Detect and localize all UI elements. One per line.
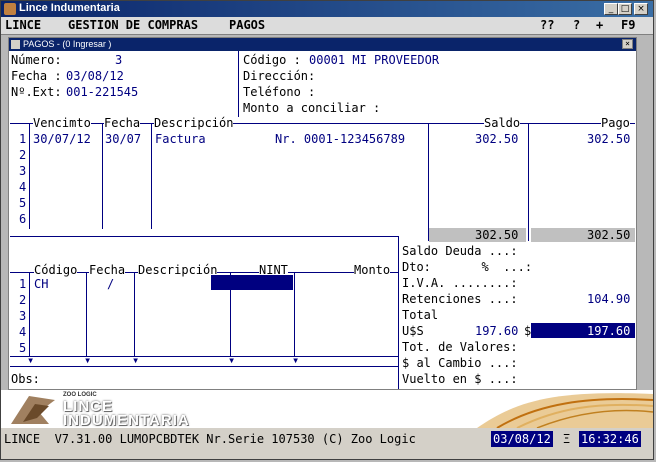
tot-valores-label: Tot. de Valores: xyxy=(402,340,518,354)
row-number: 4 xyxy=(19,180,27,194)
menu-bar: LINCE GESTION DE COMPRAS PAGOS ?? ? + F9 xyxy=(1,17,653,35)
fecha-field[interactable]: 03/08/12 xyxy=(66,68,124,84)
subwindow-icon xyxy=(11,40,20,49)
decorative-swirl-icon xyxy=(477,393,653,428)
codigo-label: Código : xyxy=(243,53,301,67)
pagos-title-bar: PAGOS - (0 Ingresar ) × xyxy=(9,38,636,51)
header-divider xyxy=(238,51,239,117)
minimize-button[interactable]: _ xyxy=(604,3,618,15)
pagos-title: PAGOS - (0 Ingresar ) xyxy=(23,39,112,49)
total-label: Total xyxy=(402,308,439,322)
grid1-col-line xyxy=(102,123,103,229)
status-time: 16:32:46 xyxy=(579,431,641,447)
col-vencimto: Vencimto xyxy=(33,115,91,131)
uss-value: 197.60 xyxy=(475,324,519,338)
grid2-bottom-line xyxy=(10,356,399,357)
grid2-col-line xyxy=(86,272,87,357)
grid1-cell-vencimto[interactable]: 30/07/12 xyxy=(33,131,91,147)
status-text: LINCE V7.31.00 LUMOPCBDTEK Nr.Serie 1075… xyxy=(4,432,416,446)
col-descripcion: Descripción xyxy=(154,115,234,131)
total-pago: 302.50 xyxy=(587,228,631,242)
row-number: 2 xyxy=(19,293,27,307)
dto-label: Dto: % ...: xyxy=(402,260,533,274)
close-button[interactable]: × xyxy=(634,3,648,15)
title-bar: Lince Indumentaria _ □ × xyxy=(1,1,653,17)
lince-logo-icon xyxy=(11,396,55,424)
row-number: 3 xyxy=(19,309,27,323)
next-field[interactable]: 001-221545 xyxy=(66,84,138,100)
codigo-field[interactable]: 00001 MI PROVEEDOR xyxy=(309,52,439,68)
numero-field[interactable]: 3 xyxy=(115,52,122,68)
grid1-col-line xyxy=(428,123,429,241)
uss-label: U$S xyxy=(402,324,424,338)
grid1-cell-pago[interactable]: 302.50 xyxy=(587,131,630,147)
fecha-label: Fecha : xyxy=(11,69,62,83)
grid1-col-line xyxy=(29,123,30,229)
row-number: 5 xyxy=(19,341,27,355)
brand-banner: ZOO LOGIC LINCE INDUMENTARIA xyxy=(1,390,653,429)
total-saldo: 302.50 xyxy=(475,228,519,242)
col2-monto: Monto xyxy=(354,262,391,278)
row-number: 1 xyxy=(19,132,27,146)
pagos-close-button[interactable]: × xyxy=(622,39,633,49)
obs-field[interactable] xyxy=(44,370,394,386)
grid1-cell-saldo[interactable]: 302.50 xyxy=(475,131,518,147)
col2-descripcion: Descripción xyxy=(138,262,218,278)
telefono-label: Teléfono : xyxy=(243,85,316,99)
saldo-deuda-label: Saldo Deuda ...: xyxy=(402,244,518,258)
obs-label: Obs: xyxy=(11,372,40,386)
grid2-col-line xyxy=(294,272,295,357)
menu-help[interactable]: ? xyxy=(573,17,580,34)
monto-conciliar-label: Monto a conciliar : xyxy=(243,101,381,115)
row-number: 3 xyxy=(19,164,27,178)
retenciones-label: Retenciones ...: xyxy=(402,292,518,306)
menu-f9[interactable]: F9 xyxy=(621,17,635,34)
row-number: 6 xyxy=(19,212,27,226)
iva-label: I.V.A. ........: xyxy=(402,276,518,290)
col-saldo: Saldo xyxy=(484,115,521,131)
grid1-col-line xyxy=(528,123,529,241)
row-number: 2 xyxy=(19,148,27,162)
menu-lince[interactable]: LINCE xyxy=(5,17,41,34)
grid1-cell-nro[interactable]: Nr. 0001-123456789 xyxy=(275,131,405,147)
menu-plus[interactable]: + xyxy=(596,17,603,34)
vuelto-label: Vuelto en $ ...: xyxy=(402,372,518,386)
row-number: 4 xyxy=(19,325,27,339)
nint-input-active[interactable] xyxy=(211,275,293,290)
col-fecha: Fecha xyxy=(104,115,141,131)
status-separator: Ξ xyxy=(563,432,571,446)
menu-gestion-compras[interactable]: GESTION DE COMPRAS xyxy=(68,17,198,34)
logo-line2: INDUMENTARIA xyxy=(63,412,190,429)
col-pago: Pago xyxy=(601,115,630,131)
row-number: 1 xyxy=(19,277,27,291)
total-pesos-value: 197.60 xyxy=(587,324,631,338)
numero-label: Número: xyxy=(11,53,62,67)
status-date: 03/08/12 xyxy=(491,431,553,447)
al-cambio-label: $ al Cambio ...: xyxy=(402,356,518,370)
grid1-cell-fecha[interactable]: 30/07 xyxy=(105,131,141,147)
grid2-cell-fecha[interactable]: / xyxy=(107,276,114,292)
grid2-col-line xyxy=(29,272,30,357)
menu-pagos[interactable]: PAGOS xyxy=(229,17,265,34)
direccion-label: Dirección: xyxy=(243,69,316,83)
grid1-cell-descripcion[interactable]: Factura xyxy=(155,131,206,147)
row-number: 5 xyxy=(19,196,27,210)
grid1-col-line xyxy=(151,123,152,229)
retenciones-value[interactable]: 104.90 xyxy=(587,291,630,307)
app-icon xyxy=(4,3,16,15)
window-title: Lince Indumentaria xyxy=(19,2,120,14)
menu-help-double[interactable]: ?? xyxy=(540,17,554,34)
obs-top-line xyxy=(10,366,399,367)
next-label: Nº.Ext: xyxy=(11,85,62,99)
grid2-col-line xyxy=(134,272,135,357)
maximize-button[interactable]: □ xyxy=(618,3,632,15)
grid2-cell-codigo[interactable]: CH xyxy=(34,276,48,292)
status-bar: LINCE V7.31.00 LUMOPCBDTEK Nr.Serie 1075… xyxy=(1,428,653,450)
grid-separator xyxy=(10,236,399,237)
